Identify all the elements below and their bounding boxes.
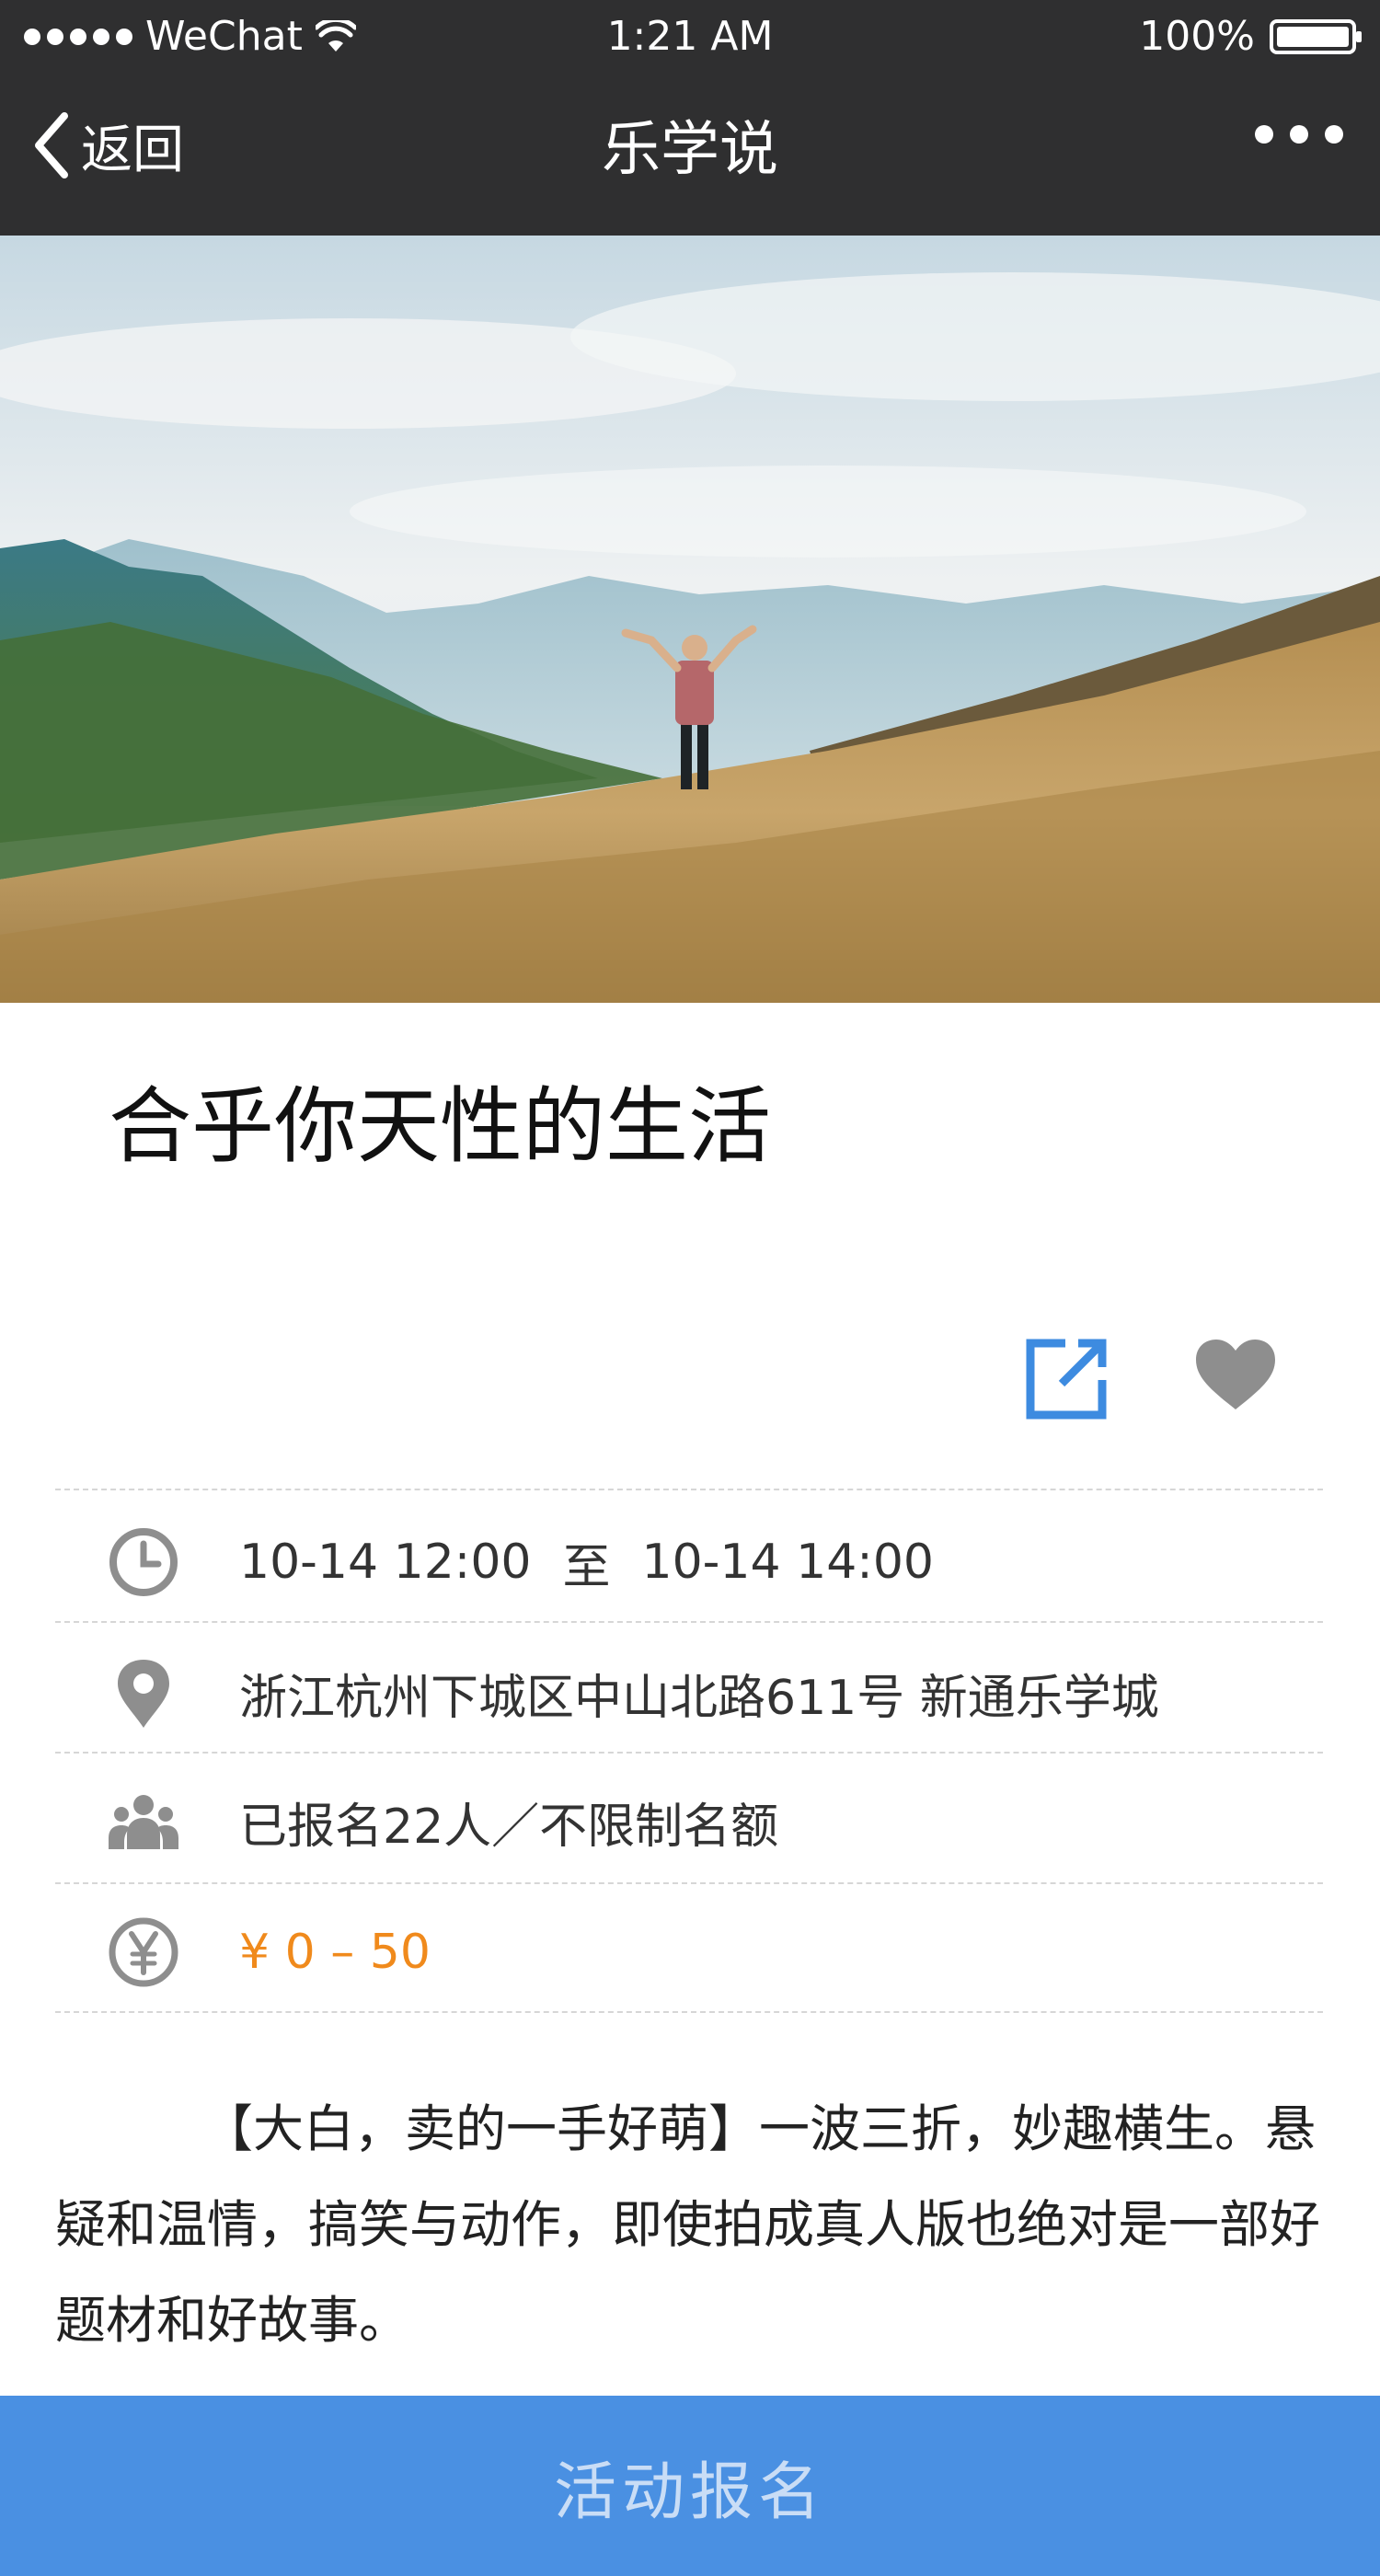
status-right: 100% — [1139, 13, 1362, 61]
share-button[interactable] — [1025, 1338, 1108, 1420]
heart-icon — [1196, 1340, 1275, 1409]
status-bar: WeChat 1:21 AM 100% — [0, 0, 1380, 74]
divider — [55, 2011, 1323, 2013]
event-title: 合乎你天性的生活 — [109, 1078, 771, 1175]
landscape-image — [0, 236, 1380, 1003]
event-description: 【大白，卖的一手好萌】一波三折，妙趣横生。悬疑和温情，搞笑与动作，即使拍成真人版… — [55, 2099, 1321, 2350]
event-address: 浙江杭州下城区中山北路611号 新通乐学城 — [239, 1670, 1159, 1726]
people-icon — [107, 1785, 180, 1858]
time-separator: 至 — [562, 1539, 611, 1595]
enrollment-status: 已报名22人／不限制名额 — [239, 1799, 779, 1855]
more-icon — [1255, 125, 1273, 144]
page: WeChat 1:21 AM 100% 返回 乐学说 合乎你天性的生活 10-1… — [0, 0, 1380, 2576]
location-pin-icon — [107, 1656, 180, 1730]
hero-image — [0, 236, 1380, 1003]
divider — [55, 1489, 1323, 1490]
share-icon — [1026, 1339, 1107, 1420]
event-time-row: 10-14 12:00 至 10-14 14:00 — [55, 1498, 1323, 1627]
nav-bar: 返回 乐学说 — [0, 74, 1380, 236]
more-options-button[interactable] — [1255, 125, 1343, 144]
divider — [55, 1752, 1323, 1754]
nav-title: 乐学说 — [602, 116, 778, 184]
battery-percent: 100% — [1139, 13, 1255, 60]
event-price: ¥ 0 – 50 — [239, 1925, 431, 1980]
favorite-button[interactable] — [1194, 1338, 1277, 1411]
time-end: 10-14 14:00 — [641, 1535, 934, 1590]
event-location-row[interactable]: 浙江杭州下城区中山北路611号 新通乐学城 — [55, 1628, 1323, 1757]
event-time: 10-14 12:00 至 10-14 14:00 — [239, 1498, 934, 1627]
time-start: 10-14 12:00 — [239, 1535, 532, 1590]
divider — [55, 1621, 1323, 1623]
clock-icon — [107, 1525, 180, 1599]
battery-icon — [1270, 19, 1362, 54]
event-price-row: ¥ 0 – 50 — [55, 1888, 1323, 2017]
divider — [55, 1882, 1323, 1884]
signup-button[interactable]: 活动报名 — [0, 2396, 1380, 2576]
yen-icon — [107, 1915, 180, 1989]
event-enrollment-row: 已报名22人／不限制名额 — [55, 1757, 1323, 1886]
